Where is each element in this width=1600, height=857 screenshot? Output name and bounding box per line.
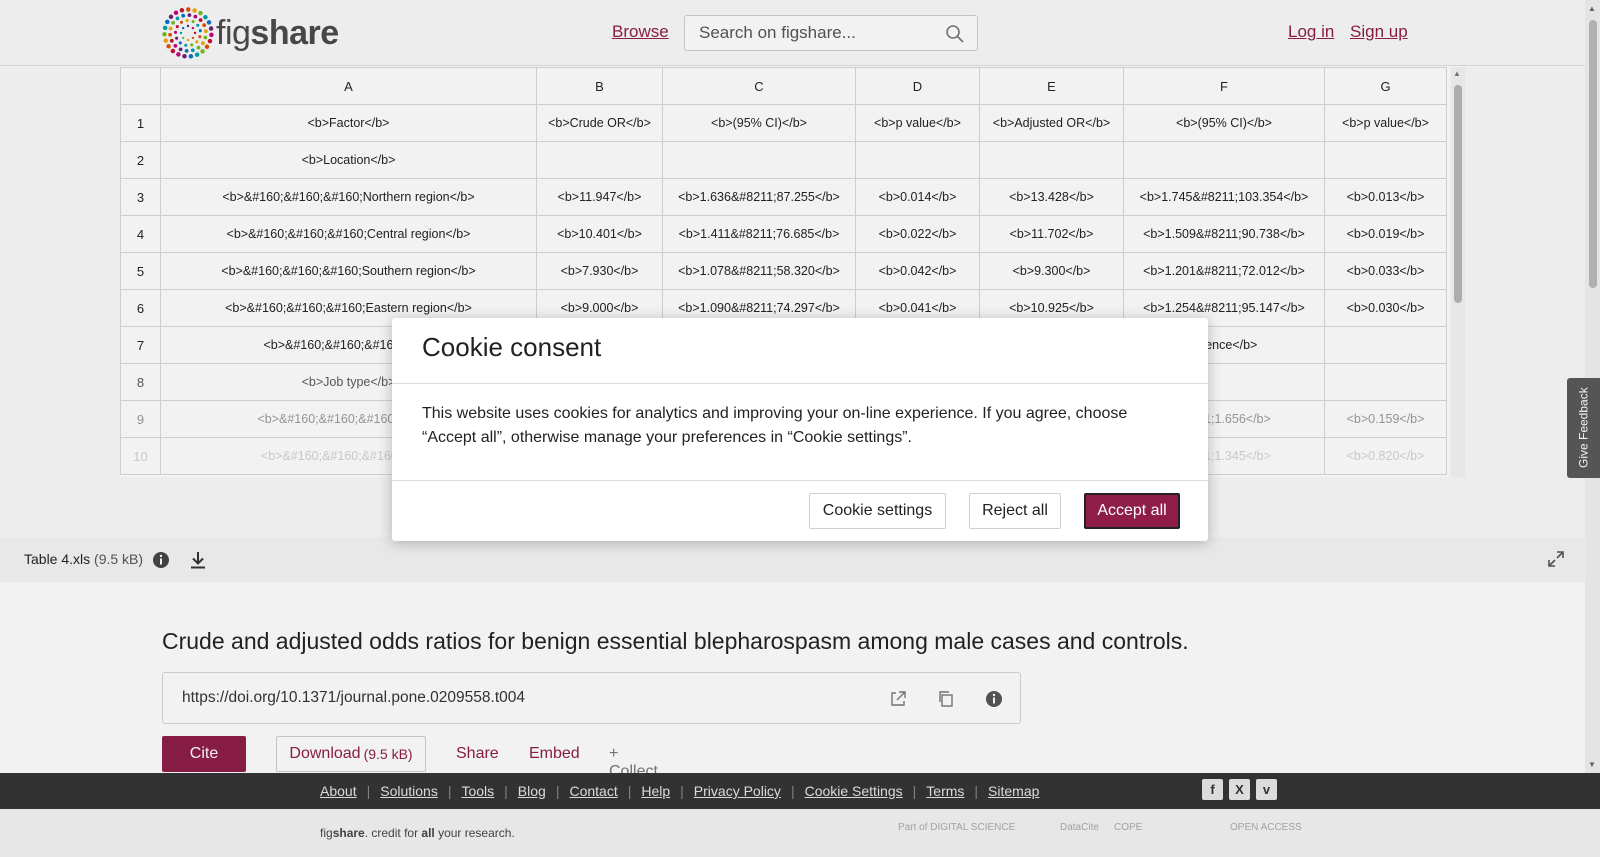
divider [392,480,1208,481]
reject-all-button[interactable]: Reject all [969,493,1061,529]
cookie-title: Cookie consent [422,332,602,362]
divider [392,383,1208,384]
cookie-message: This website uses cookies for analytics … [422,405,1128,446]
accept-all-button[interactable]: Accept all [1084,493,1180,529]
cookie-consent-dialog: Cookie consent This website uses cookies… [392,318,1208,541]
cookie-settings-button[interactable]: Cookie settings [809,493,946,529]
